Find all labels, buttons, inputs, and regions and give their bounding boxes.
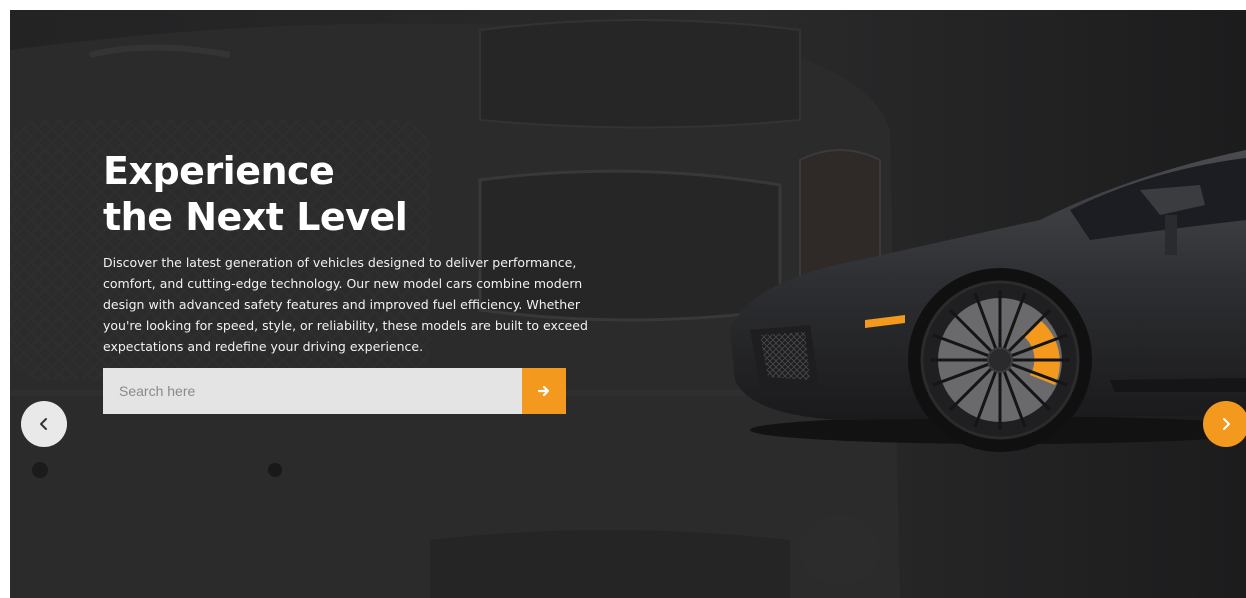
arrow-right-icon	[537, 385, 550, 397]
hero-slider: Experience the Next Level Discover the l…	[10, 10, 1246, 598]
headline-line-1: Experience	[103, 149, 335, 193]
search-input[interactable]	[103, 368, 522, 414]
search-bar	[103, 368, 566, 414]
carousel-next-button[interactable]	[1203, 401, 1246, 447]
search-button[interactable]	[522, 368, 566, 414]
sports-car-image	[730, 150, 1246, 452]
hero-content: Experience the Next Level Discover the l…	[103, 148, 623, 357]
chevron-left-icon	[40, 418, 47, 430]
carousel-prev-button[interactable]	[21, 401, 67, 447]
hero-description: Discover the latest generation of vehicl…	[103, 255, 588, 354]
chevron-right-icon	[1223, 418, 1230, 430]
headline-line-2: the Next Level	[103, 195, 408, 239]
hero-headline: Experience the Next Level	[103, 148, 623, 240]
